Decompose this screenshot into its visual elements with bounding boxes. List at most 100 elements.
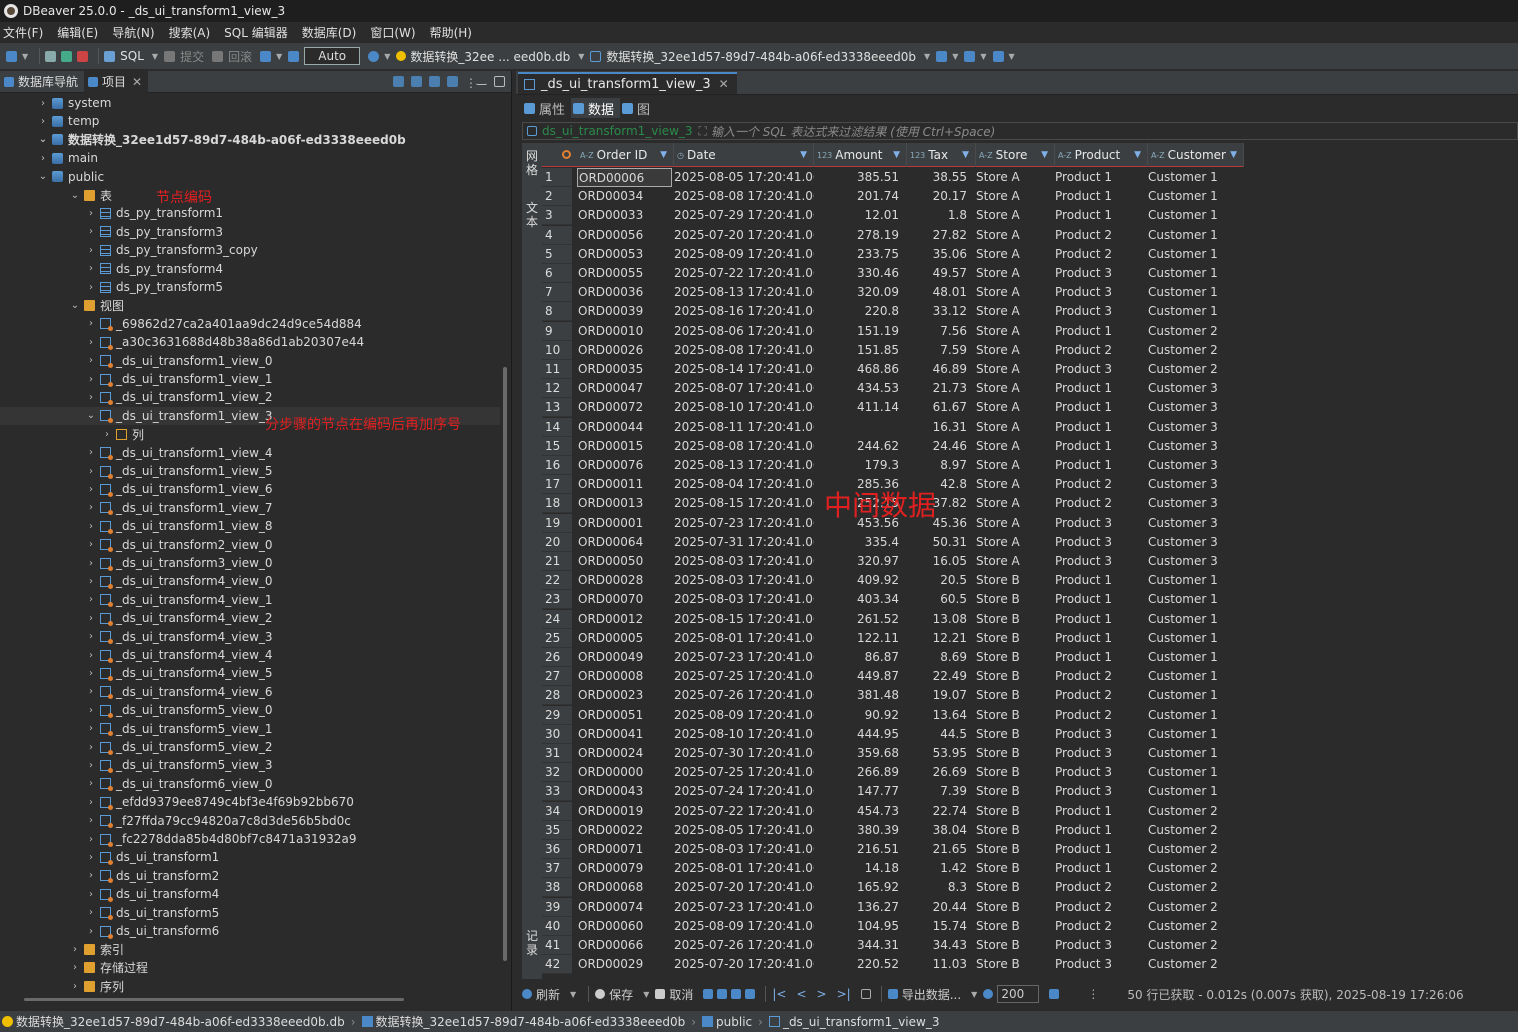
row-number[interactable]: 42 <box>542 955 572 975</box>
tax-cell[interactable]: 46.89 <box>901 360 967 379</box>
tab-database-navigator[interactable]: 数据库导航 <box>0 71 84 93</box>
chevron-right-icon[interactable]: › <box>86 245 96 256</box>
copy-row-icon[interactable] <box>731 989 742 999</box>
date-cell[interactable]: 2025-07-22 17:20:41.065 <box>674 264 814 283</box>
store-cell[interactable]: Store A <box>976 360 1054 379</box>
product-cell[interactable]: Product 1 <box>1055 398 1143 417</box>
grid-mode-button[interactable]: 网格 <box>525 149 539 177</box>
breadcrumb-datasource[interactable]: 数据转换_32ee1d57-89d7-484b-a06f-ed3338eeed0… <box>16 1013 345 1030</box>
store-cell[interactable]: Store B <box>976 590 1054 609</box>
product-cell[interactable]: Product 2 <box>1055 686 1143 705</box>
delete-row-icon[interactable] <box>745 989 756 999</box>
date-cell[interactable]: 2025-08-15 17:20:41.065 <box>674 494 814 513</box>
tax-cell[interactable]: 61.67 <box>901 398 967 417</box>
tax-cell[interactable]: 20.5 <box>901 571 967 590</box>
tree-node[interactable]: › _ds_ui_transform6_view_0 <box>86 775 273 793</box>
tax-cell[interactable]: 13.64 <box>901 706 967 725</box>
table-row[interactable]: 11 ORD00035 2025-08-14 17:20:41.065 468.86 4… <box>542 360 1244 379</box>
product-cell[interactable]: Product 1 <box>1055 629 1143 648</box>
tree-node[interactable]: › system <box>38 94 111 112</box>
close-icon[interactable]: ✕ <box>719 77 729 91</box>
customer-cell[interactable]: Customer 3 <box>1148 398 1244 417</box>
active-datasource-selector[interactable]: 数据转换_32ee ... eed0b.db <box>410 48 570 65</box>
tax-cell[interactable]: 49.57 <box>901 264 967 283</box>
fetch-size-input[interactable]: 200 <box>997 985 1040 1003</box>
row-number[interactable]: 16 <box>542 456 572 475</box>
table-row[interactable]: 35 ORD00022 2025-08-05 17:20:41.065 380.39 3… <box>542 820 1244 840</box>
row-number[interactable]: 24 <box>542 609 572 629</box>
store-cell[interactable]: Store A <box>976 245 1054 264</box>
chevron-right-icon[interactable]: › <box>86 631 96 642</box>
search-icon[interactable] <box>992 50 1004 62</box>
chevron-down-icon[interactable]: ▼ <box>152 52 158 61</box>
product-cell[interactable]: Product 2 <box>1055 494 1143 513</box>
order-id-cell[interactable]: ORD00044 <box>577 418 672 437</box>
amount-cell[interactable]: 320.97 <box>814 552 899 571</box>
table-row[interactable]: 1 ORD00006 2025-08-05 17:20:41.065 385.51 38… <box>542 168 1244 187</box>
tree-node[interactable]: › _ds_ui_transform4_view_3 <box>86 628 273 646</box>
date-cell[interactable]: 2025-08-14 17:20:41.065 <box>674 360 814 379</box>
export-data-button[interactable]: 导出数据... <box>902 986 961 1003</box>
product-cell[interactable]: Product 1 <box>1055 206 1143 225</box>
customer-cell[interactable]: Customer 3 <box>1148 475 1244 494</box>
product-cell[interactable]: Product 1 <box>1055 418 1143 437</box>
export-icon[interactable] <box>887 989 898 999</box>
row-number[interactable]: 13 <box>542 398 572 418</box>
row-number[interactable]: 40 <box>542 916 572 936</box>
chevron-right-icon[interactable]: › <box>86 613 96 624</box>
date-cell[interactable]: 2025-08-07 17:20:41.065 <box>674 379 814 398</box>
order-id-cell[interactable]: ORD00036 <box>577 283 672 302</box>
tools-icon[interactable] <box>936 50 948 62</box>
tax-cell[interactable]: 21.73 <box>901 379 967 398</box>
chevron-down-icon[interactable]: ▼ <box>924 52 930 61</box>
product-cell[interactable]: Product 2 <box>1055 245 1143 264</box>
store-cell[interactable]: Store B <box>976 859 1054 878</box>
chevron-down-icon[interactable]: ▼ <box>643 990 649 999</box>
table-row[interactable]: 40 ORD00060 2025-08-09 17:20:41.065 104.95 1… <box>542 916 1244 936</box>
date-cell[interactable]: 2025-08-10 17:20:41.065 <box>674 725 814 744</box>
select-all-icon[interactable] <box>562 150 571 159</box>
order-id-cell[interactable]: ORD00024 <box>577 744 672 763</box>
auto-commit-mode[interactable]: Auto <box>304 47 361 65</box>
text-mode-button[interactable]: 文本 <box>525 201 539 229</box>
product-cell[interactable]: Product 3 <box>1055 744 1143 763</box>
configure-icon[interactable] <box>447 76 458 87</box>
tree-node[interactable]: › _fc2278dda85b4d80bf7c8471a31932a9 <box>86 830 357 848</box>
rollback-icon[interactable] <box>212 50 224 62</box>
tree-node[interactable]: › _ds_ui_transform1_view_4 <box>86 444 273 462</box>
amount-cell[interactable] <box>814 418 899 437</box>
row-number[interactable]: 21 <box>542 552 572 571</box>
table-row[interactable]: 10 ORD00026 2025-08-08 17:20:41.065 151.85 7… <box>542 340 1244 360</box>
customer-cell[interactable]: Customer 1 <box>1148 206 1244 225</box>
filter-bar[interactable]: ds_ui_transform1_view_3 ⛶ 输入一个 SQL 表达式来过… <box>522 122 1518 140</box>
collapse-all-icon[interactable] <box>393 76 404 87</box>
product-cell[interactable]: Product 3 <box>1055 936 1143 955</box>
store-cell[interactable]: Store A <box>976 168 1054 187</box>
menu-icon[interactable]: ⋮ <box>465 76 477 90</box>
more-icon[interactable]: ⋮ <box>1087 987 1099 1001</box>
chevron-down-icon[interactable]: ▼ <box>952 52 958 61</box>
order-id-cell[interactable]: ORD00072 <box>577 398 672 417</box>
sort-filter-icon[interactable]: ▼ <box>660 150 667 160</box>
invalidate-icon[interactable] <box>77 50 89 62</box>
first-page-icon[interactable]: |< <box>772 987 786 1001</box>
chevron-right-icon[interactable]: › <box>38 116 48 127</box>
product-cell[interactable]: Product 3 <box>1055 782 1143 801</box>
chevron-right-icon[interactable]: › <box>86 870 96 881</box>
store-cell[interactable]: Store A <box>976 398 1054 417</box>
disconnect-icon[interactable] <box>61 50 73 62</box>
amount-cell[interactable]: 151.19 <box>814 322 899 341</box>
row-number[interactable]: 25 <box>542 628 572 648</box>
chevron-right-icon[interactable]: › <box>86 226 96 237</box>
table-row[interactable]: 38 ORD00068 2025-07-20 17:20:41.065 165.92 8… <box>542 878 1244 898</box>
product-cell[interactable]: Product 3 <box>1055 763 1143 782</box>
row-number[interactable]: 9 <box>542 321 572 341</box>
table-row[interactable]: 30 ORD00041 2025-08-10 17:20:41.065 444.95 4… <box>542 724 1244 744</box>
order-id-cell[interactable]: ORD00071 <box>577 840 672 859</box>
chevron-right-icon[interactable]: › <box>86 797 96 808</box>
table-row[interactable]: 34 ORD00019 2025-07-22 17:20:41.065 454.73 2… <box>542 801 1244 821</box>
date-cell[interactable]: 2025-08-08 17:20:41.065 <box>674 437 814 456</box>
tree-node[interactable]: › _ds_ui_transform5_view_1 <box>86 720 273 738</box>
tree-node[interactable]: › _a30c3631688d48b38a86d1ab20307e44 <box>86 333 364 351</box>
row-number[interactable]: 32 <box>542 763 572 783</box>
